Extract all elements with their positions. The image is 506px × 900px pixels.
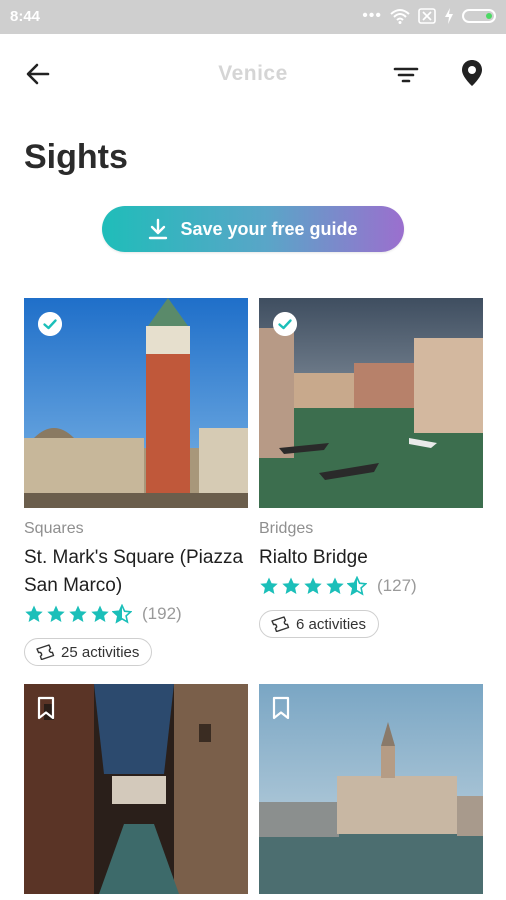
sight-image-doges-palace[interactable] [259,684,483,894]
star-full-icon [260,577,278,594]
sight-card-rialto-bridge[interactable]: Bridges Rialto Bridge (127) 6 activities [259,298,483,638]
star-rating: (192) [24,604,182,624]
filter-icon[interactable] [393,62,419,88]
map-pin-icon[interactable] [459,58,485,88]
activities-count: 6 activities [296,615,367,633]
star-half-icon [347,576,367,596]
star-full-icon [25,605,43,622]
sight-name[interactable]: St. Mark's Square (Piazza San Marco) [24,544,254,600]
status-bar: 8:44 ••• [0,0,506,34]
star-full-icon [326,577,344,594]
status-icons: ••• [362,8,496,24]
visited-check-icon [273,312,297,336]
status-time: 8:44 [10,8,41,25]
save-guide-label: Save your free guide [180,218,358,239]
download-icon [149,218,168,240]
star-full-icon [69,605,87,622]
star-full-icon [282,577,300,594]
save-guide-button[interactable]: Save your free guide [102,206,404,252]
star-full-icon [91,605,109,622]
activities-count: 25 activities [61,643,140,661]
star-full-icon [47,605,65,622]
more-dots-icon: ••• [362,7,382,24]
sight-name[interactable]: Rialto Bridge [259,544,489,572]
charging-icon [445,8,453,24]
sight-card-4[interactable] [259,684,483,894]
bookmark-icon[interactable] [36,696,56,720]
ticket-icon [36,644,55,660]
sight-image-rialto-bridge[interactable] [259,298,483,508]
app-bar: Venice [0,34,506,114]
star-half-icon [112,604,132,624]
bookmark-icon[interactable] [271,696,291,720]
star-full-icon [304,577,322,594]
sight-image-st-marks-square[interactable] [24,298,248,508]
sight-image-canal[interactable] [24,684,248,894]
ticket-icon [271,616,290,632]
star-rating: (127) [259,576,417,596]
review-count: (127) [377,576,417,595]
sight-card-3[interactable] [24,684,248,894]
sight-card-st-marks-square[interactable]: Squares St. Mark's Square (Piazza San Ma… [24,298,248,666]
visited-check-icon [38,312,62,336]
sim-off-icon [418,8,436,24]
page-title: Sights [24,138,128,176]
sight-category: Squares [24,520,84,537]
app-bar-title: Venice [218,62,288,85]
wifi-icon [390,9,410,24]
activities-chip[interactable]: 25 activities [24,638,153,666]
sight-category: Bridges [259,520,314,537]
battery-icon [462,9,496,23]
review-count: (192) [142,604,182,623]
activities-chip[interactable]: 6 activities [259,610,380,638]
